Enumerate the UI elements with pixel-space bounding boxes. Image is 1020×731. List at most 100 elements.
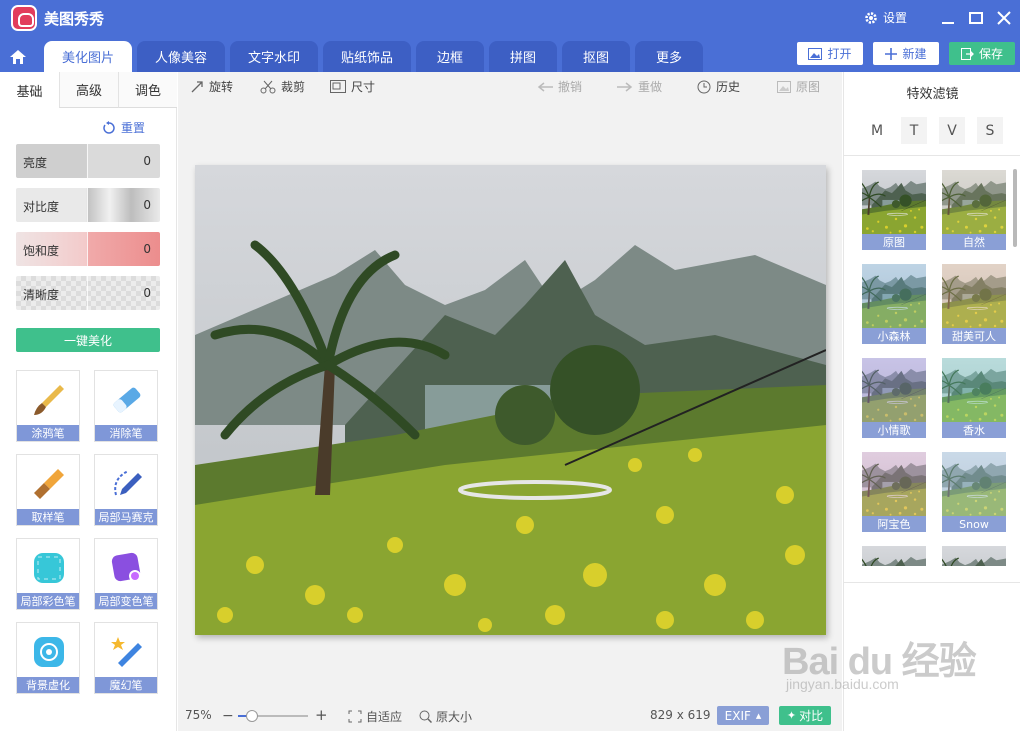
home-button[interactable] [0, 41, 36, 72]
reset-button[interactable]: 重置 [102, 119, 145, 136]
zoom-out-button[interactable]: − [222, 708, 234, 724]
redo-button[interactable]: 重做 [617, 78, 662, 95]
filter-thumbnail [942, 358, 1006, 422]
mosaic-pen-icon [114, 470, 142, 496]
filter-label: 自然 [942, 234, 1006, 250]
tab-more[interactable]: 更多 [635, 41, 703, 72]
filter-thumbnail [862, 546, 926, 566]
paintbrush-icon [34, 385, 64, 415]
clarity-slider[interactable]: 清晰度 0 [16, 276, 160, 310]
original-button[interactable]: 原图 [777, 78, 820, 95]
crop-button[interactable]: 裁剪 [260, 78, 305, 95]
filter-thumbnail [942, 170, 1006, 234]
saturation-slider[interactable]: 饱和度 0 [16, 232, 160, 266]
tool-label: 背景虚化 [17, 677, 79, 693]
filter-item-partial[interactable] [862, 546, 926, 566]
one-click-beautify-button[interactable]: 一键美化 [16, 328, 160, 352]
undo-icon [537, 81, 553, 92]
maximize-icon [969, 12, 983, 24]
zoom-slider[interactable] [238, 710, 308, 722]
tool-recolor-pen[interactable]: 局部变色笔 [94, 538, 158, 610]
tab-beautify[interactable]: 美化图片 [44, 41, 132, 72]
filter-item[interactable]: 香水 [942, 358, 1006, 438]
contrast-slider[interactable]: 对比度 0 [16, 188, 160, 222]
export-icon [960, 47, 974, 60]
close-button[interactable] [994, 8, 1014, 28]
filter-item[interactable]: 自然 [942, 170, 1006, 250]
tab-cutout[interactable]: 抠图 [562, 41, 630, 72]
filter-label: 香水 [942, 422, 1006, 438]
slider-divider [87, 232, 88, 266]
subtab-color[interactable]: 调色 [118, 72, 177, 108]
tab-text-watermark[interactable]: 文字水印 [230, 41, 318, 72]
rotate-button[interactable]: 旋转 [190, 78, 233, 95]
history-button[interactable]: 历史 [697, 78, 740, 95]
tab-portrait[interactable]: 人像美容 [137, 41, 225, 72]
tool-magic-pen[interactable]: 魔幻笔 [94, 622, 158, 694]
zoom-in-button[interactable]: + [315, 706, 328, 724]
tool-label: 魔幻笔 [95, 677, 157, 693]
photo-image [195, 165, 826, 635]
filter-item[interactable]: Snow [942, 452, 1006, 532]
filter-category-t[interactable]: T [901, 117, 927, 144]
filter-item[interactable]: 小情歌 [862, 358, 926, 438]
save-label: 保存 [978, 47, 1003, 61]
filter-label: 小森林 [862, 328, 926, 344]
filter-item[interactable]: 小森林 [862, 264, 926, 344]
caret-up-icon: ▲ [755, 711, 762, 720]
save-button[interactable]: 保存 [949, 42, 1015, 65]
filter-thumbnail [862, 452, 926, 516]
exif-button[interactable]: EXIF ▲ [717, 706, 769, 725]
tab-frames[interactable]: 边框 [416, 41, 484, 72]
filter-category-s[interactable]: S [977, 117, 1003, 144]
filter-category-m[interactable]: M [864, 117, 890, 144]
brightness-value: 0 [143, 154, 151, 168]
open-button[interactable]: 打开 [797, 42, 863, 65]
filter-list: 原图 自然 小森林 甜美可人 小情歌 香水 阿宝色 Snow [844, 162, 1020, 566]
minimize-button[interactable] [938, 8, 958, 28]
filter-category-v[interactable]: V [939, 117, 965, 144]
redo-icon [617, 81, 633, 92]
zoom-slider-handle[interactable] [246, 710, 258, 722]
subtab-advanced[interactable]: 高级 [59, 72, 118, 108]
recolor-pen-icon [111, 552, 141, 582]
tool-eraser[interactable]: 消除笔 [94, 370, 158, 442]
filter-item[interactable]: 阿宝色 [862, 452, 926, 532]
filter-item-partial[interactable] [942, 546, 1006, 566]
clarity-label: 清晰度 [23, 288, 60, 302]
actual-size-button[interactable]: 原大小 [419, 708, 472, 725]
subtab-basic[interactable]: 基础 [0, 72, 59, 108]
slider-divider [87, 276, 88, 310]
fit-button[interactable]: 自适应 [348, 708, 402, 725]
brightness-slider[interactable]: 亮度 0 [16, 144, 160, 178]
eraser-icon [113, 387, 141, 413]
tool-sample-brush[interactable]: 取样笔 [16, 454, 80, 526]
tab-stickers[interactable]: 贴纸饰品 [323, 41, 411, 72]
tool-paintbrush[interactable]: 涂鸦笔 [16, 370, 80, 442]
filter-thumbnail [862, 358, 926, 422]
filter-scrollbar[interactable] [1013, 169, 1017, 247]
slider-divider [87, 144, 88, 178]
filter-label: 阿宝色 [862, 516, 926, 532]
filter-item[interactable]: 原图 [862, 170, 926, 250]
tab-collage[interactable]: 拼图 [489, 41, 557, 72]
image-icon [777, 80, 791, 93]
new-label: 新建 [902, 47, 927, 61]
resize-icon [330, 80, 346, 93]
tool-mosaic-pen[interactable]: 局部马赛克 [94, 454, 158, 526]
redo-label: 重做 [638, 80, 663, 94]
fit-label: 自适应 [366, 710, 403, 724]
left-panel: 基础 高级 调色 重置 亮度 0 对比度 0 饱和度 0 清晰度 0 一键美化 … [0, 72, 177, 731]
undo-button[interactable]: 撤销 [537, 78, 582, 95]
photo-canvas[interactable] [195, 165, 826, 635]
tool-color-pen[interactable]: 局部彩色笔 [16, 538, 80, 610]
settings-button[interactable]: 设置 [864, 9, 907, 26]
filter-item[interactable]: 甜美可人 [942, 264, 1006, 344]
rotate-icon [191, 80, 203, 92]
new-button[interactable]: 新建 [873, 42, 939, 65]
filter-label: 小情歌 [862, 422, 926, 438]
tool-blur-background[interactable]: 背景虚化 [16, 622, 80, 694]
maximize-button[interactable] [966, 8, 986, 28]
size-button[interactable]: 尺寸 [330, 78, 375, 95]
close-icon [997, 11, 1011, 25]
